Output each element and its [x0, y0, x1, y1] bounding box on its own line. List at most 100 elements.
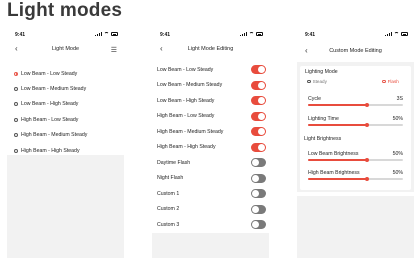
status-bar: 9:41: [7, 28, 124, 40]
light-mode-item[interactable]: Low Beam - Low Steady: [7, 66, 124, 81]
slider-knob[interactable]: [364, 157, 370, 162]
light-mode-toggle-label: Custom 1: [157, 190, 180, 197]
light-mode-item[interactable]: High Beam - Low Steady: [7, 112, 124, 127]
low-beam-slider[interactable]: [308, 157, 403, 162]
lighting-mode-label: Lighting Mode: [305, 69, 338, 75]
light-mode-item-label: High Beam - High Steady: [21, 147, 80, 154]
high-beam-value: 50%: [392, 170, 403, 176]
light-mode-item[interactable]: Low Beam - High Steady: [7, 97, 124, 112]
light-mode-item-label: Low Beam - High Steady: [21, 101, 79, 108]
light-mode-toggle-label: High Beam - Low Steady: [157, 113, 215, 120]
toggle-switch[interactable]: [251, 142, 266, 152]
light-mode-toggle-label: Custom 3: [157, 221, 180, 228]
brightness-card: Low Beam Brightness 50% High Beam Bright…: [300, 145, 411, 190]
cycle-value: 3S: [396, 96, 403, 102]
mode-option-steady[interactable]: Steady: [307, 79, 327, 84]
light-mode-toggle-label: Low Beam - Low Steady: [157, 66, 214, 73]
signal-icon: [385, 32, 392, 36]
toggle-switch[interactable]: [251, 173, 266, 183]
page-title: Light modes: [7, 0, 123, 21]
mode-option-flash[interactable]: Flash: [382, 79, 399, 84]
toggle-switch[interactable]: [251, 127, 266, 137]
status-time: 9:41: [15, 32, 26, 38]
light-mode-item[interactable]: High Beam - Medium Steady: [7, 128, 124, 143]
light-mode-toggle-label: High Beam - High Steady: [157, 144, 216, 151]
light-mode-toggle-item: Custom 3: [152, 217, 269, 233]
light-mode-toggle-item: High Beam - Low Steady: [152, 109, 269, 125]
light-mode-toggle-label: Low Beam - Medium Steady: [157, 82, 223, 89]
slider-knob[interactable]: [364, 176, 370, 181]
battery-icon: [111, 32, 118, 36]
radio-icon[interactable]: [14, 87, 18, 92]
toggle-switch[interactable]: [251, 111, 266, 121]
light-mode-toggle-item: Custom 2: [152, 202, 269, 218]
status-time: 9:41: [305, 32, 316, 38]
screen-light-mode-editing: 9:41 ‹ Light Mode Editing Low Beam - Low…: [152, 28, 269, 258]
cycle-label: Cycle: [308, 96, 321, 102]
radio-icon: [307, 79, 311, 84]
toggle-switch[interactable]: [251, 220, 266, 230]
radio-icon[interactable]: [14, 71, 18, 76]
screen-custom-mode-editing: 9:41 ‹ Custom Mode Editing Lighting Mode…: [297, 28, 414, 258]
nav-bar: ‹ Custom Mode Editing: [297, 46, 414, 58]
light-mode-toggle-item: High Beam - Medium Steady: [152, 124, 269, 140]
light-mode-item-label: Low Beam - Low Steady: [21, 70, 78, 77]
toggle-switch[interactable]: [251, 65, 266, 75]
light-mode-toggle-item: Custom 1: [152, 186, 269, 202]
wifi-icon: [104, 32, 109, 36]
wifi-icon: [394, 32, 399, 36]
toggle-switch[interactable]: [251, 96, 266, 106]
light-mode-item-label: High Beam - Medium Steady: [21, 132, 88, 139]
light-mode-item[interactable]: Low Beam - Medium Steady: [7, 81, 124, 96]
light-mode-toggle-item: Night Flash: [152, 171, 269, 187]
light-mode-item[interactable]: High Beam - High Steady: [7, 143, 124, 158]
battery-icon: [401, 32, 408, 36]
wifi-icon: [249, 32, 254, 36]
light-mode-toggle-item: Low Beam - High Steady: [152, 93, 269, 109]
light-mode-item-label: Low Beam - Medium Steady: [21, 86, 87, 93]
radio-icon[interactable]: [14, 102, 18, 107]
light-mode-toggle-label: Daytime Flash: [157, 159, 191, 166]
light-mode-toggle-item: Daytime Flash: [152, 155, 269, 171]
light-mode-item-label: High Beam - Low Steady: [21, 116, 79, 123]
battery-icon: [256, 32, 263, 36]
lighting-time-label: Lighting Time: [308, 116, 339, 122]
light-mode-toggle-item: Low Beam - Medium Steady: [152, 78, 269, 94]
mode-option-label: Flash: [387, 79, 399, 84]
low-beam-value: 50%: [392, 151, 403, 157]
high-beam-slider[interactable]: [308, 176, 403, 181]
light-mode-toggle-label: Night Flash: [157, 175, 184, 182]
screen-title: Custom Mode Editing: [329, 48, 382, 54]
signal-icon: [240, 32, 247, 36]
radio-icon: [382, 79, 386, 84]
screen-title: Light Mode Editing: [187, 46, 234, 52]
screen-light-mode: 9:41 ‹ Light Mode ☰ Low Beam - Low Stead…: [7, 28, 124, 258]
toggle-switch[interactable]: [251, 158, 266, 168]
low-beam-label: Low Beam Brightness: [308, 151, 359, 157]
radio-icon[interactable]: [14, 133, 18, 138]
mode-option-label: Steady: [312, 79, 327, 84]
light-mode-toggle-list: Low Beam - Low Steady Low Beam - Medium S…: [152, 62, 269, 233]
screen-title: Light Mode: [51, 46, 80, 52]
lighting-time-value: 50%: [392, 116, 403, 122]
status-bar: 9:41: [297, 28, 414, 40]
brightness-label: Light Brightness: [304, 136, 342, 142]
slider-knob[interactable]: [364, 102, 370, 107]
light-mode-toggle-item: High Beam - High Steady: [152, 140, 269, 156]
radio-icon[interactable]: [14, 117, 18, 122]
radio-icon[interactable]: [14, 148, 18, 153]
cycle-slider[interactable]: [308, 102, 403, 107]
edit-list-icon[interactable]: ☰: [111, 46, 117, 54]
bottom-panel: [297, 192, 414, 196]
light-mode-list: Low Beam - Low Steady Low Beam - Medium S…: [7, 66, 124, 158]
toggle-switch[interactable]: [251, 204, 266, 214]
high-beam-label: High Beam Brightness: [308, 170, 360, 176]
toggle-switch[interactable]: [251, 189, 266, 199]
nav-bar: ‹ Light Mode Editing: [152, 44, 269, 56]
toggle-switch[interactable]: [251, 80, 266, 90]
nav-bar: ‹ Light Mode ☰: [7, 44, 124, 56]
status-bar: 9:41: [152, 28, 269, 40]
lighting-time-slider[interactable]: [308, 122, 403, 127]
slider-knob[interactable]: [364, 122, 370, 127]
light-mode-toggle-item: Low Beam - Low Steady: [152, 62, 269, 78]
